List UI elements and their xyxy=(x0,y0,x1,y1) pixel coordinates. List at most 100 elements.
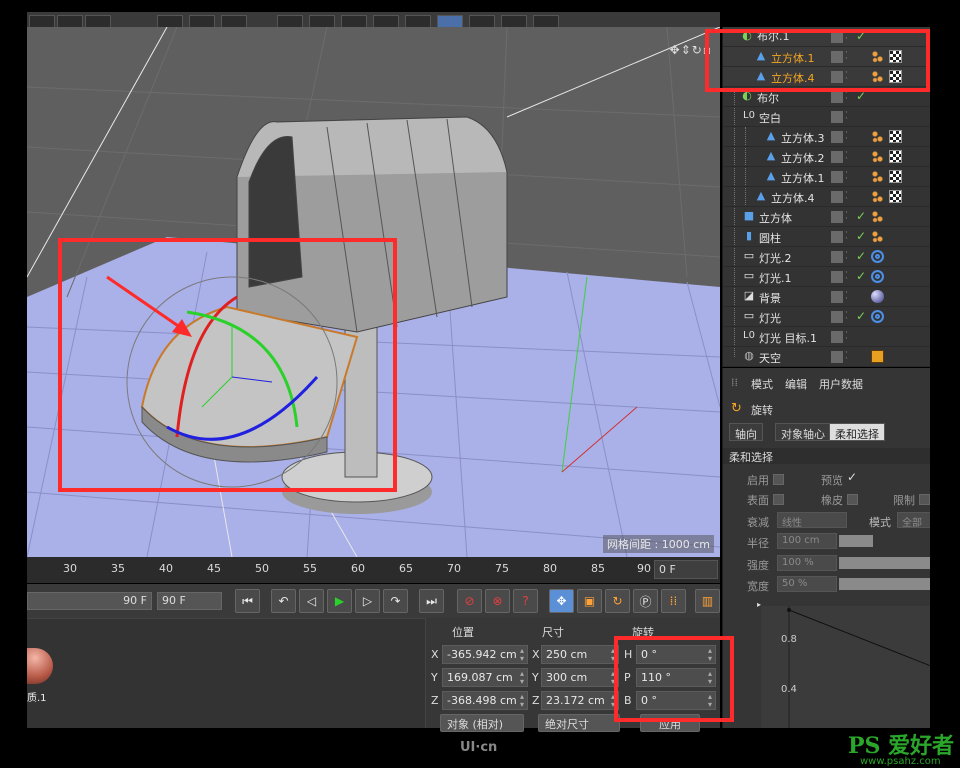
auto-key-button[interactable]: ⊗ xyxy=(485,589,510,613)
phong-tag-icon[interactable] xyxy=(871,170,884,183)
target-tag-icon[interactable] xyxy=(871,310,884,323)
current-frame-field[interactable]: 0 F xyxy=(654,560,718,579)
object-row[interactable]: ▲ 立方体.3 · · xyxy=(723,127,930,147)
target-tag-icon[interactable] xyxy=(871,270,884,283)
menu-edit[interactable]: 编辑 xyxy=(785,376,807,392)
coordinate-mode-dropdown[interactable]: 对象 (相对) xyxy=(440,714,524,732)
material-tag-icon[interactable] xyxy=(889,150,902,163)
go-to-end-button[interactable]: ⏭ xyxy=(419,589,444,613)
material-tag-icon[interactable] xyxy=(889,170,902,183)
layer-flag[interactable] xyxy=(831,211,843,223)
phong-tag-icon[interactable] xyxy=(871,230,884,243)
enable-checkmark[interactable]: ✓ xyxy=(856,269,866,283)
object-row[interactable]: ▭ 灯光.2 · · ✓ xyxy=(723,247,930,267)
visibility-dots[interactable]: · · xyxy=(845,109,848,124)
phong-tag-icon[interactable] xyxy=(871,130,884,143)
rotate-view-icon[interactable]: ↻ xyxy=(692,43,703,57)
end-frame-field[interactable]: 90 F xyxy=(157,592,222,610)
rotate-key-button[interactable]: ↻ xyxy=(605,589,630,613)
falloff-dropdown[interactable]: 线性 xyxy=(777,512,847,529)
timeline-ruler[interactable]: 30 35 40 45 50 55 60 65 70 75 80 85 90 0… xyxy=(27,557,720,583)
menu-user-data[interactable]: 用户数据 xyxy=(819,376,863,392)
enable-checkmark[interactable]: ✓ xyxy=(856,209,866,223)
width-slider[interactable] xyxy=(839,578,930,590)
enable-checkmark[interactable]: ✓ xyxy=(856,249,866,263)
limit-checkbox[interactable] xyxy=(919,494,930,505)
layer-flag[interactable] xyxy=(831,111,843,123)
scale-key-button[interactable]: ▣ xyxy=(577,589,602,613)
enable-checkmark[interactable]: ✓ xyxy=(856,309,866,323)
object-row[interactable]: ◍ 天空 · · xyxy=(723,347,930,367)
position-y-field[interactable]: 169.087 cm ▴ ▾ xyxy=(442,668,528,687)
preview-checkmark[interactable]: ✓ xyxy=(847,470,857,484)
phong-tag-icon[interactable] xyxy=(871,190,884,203)
strength-slider[interactable] xyxy=(839,557,930,569)
layer-flag[interactable] xyxy=(831,131,843,143)
enable-checkbox[interactable] xyxy=(773,474,784,485)
surface-checkbox[interactable] xyxy=(773,494,784,505)
layer-flag[interactable] xyxy=(831,311,843,323)
phong-tag-icon[interactable] xyxy=(871,150,884,163)
move-view-icon[interactable]: ✥ xyxy=(670,43,681,57)
phong-tag-icon[interactable] xyxy=(871,210,884,223)
rubber-checkbox[interactable] xyxy=(847,494,858,505)
move-key-button[interactable]: ✥ xyxy=(549,589,574,613)
position-x-field[interactable]: -365.942 cm ▴ ▾ xyxy=(442,645,528,664)
visibility-dots[interactable]: · · xyxy=(845,349,848,364)
next-frame-button[interactable]: ▷ xyxy=(355,589,380,613)
keyframe-help-button[interactable]: ? xyxy=(513,589,538,613)
clapboard-tag-icon[interactable] xyxy=(871,350,884,363)
strength-field[interactable]: 100 % xyxy=(777,555,837,571)
visibility-dots[interactable]: · · xyxy=(845,329,848,344)
enable-checkmark[interactable]: ✓ xyxy=(856,229,866,243)
visibility-dots[interactable]: · · xyxy=(845,289,848,304)
visibility-dots[interactable]: · · xyxy=(845,249,848,264)
material-thumbnail[interactable] xyxy=(27,648,53,684)
tab-object-axis[interactable]: 对象轴心 xyxy=(775,423,831,441)
tab-axis[interactable]: 轴向 xyxy=(729,423,763,441)
zoom-view-icon[interactable]: ⇕ xyxy=(681,43,692,57)
object-row[interactable]: ▲ 立方体.4 · · xyxy=(723,187,930,207)
layer-flag[interactable] xyxy=(831,251,843,263)
visibility-dots[interactable]: · · xyxy=(845,129,848,144)
record-button[interactable]: ⊘ xyxy=(457,589,482,613)
position-z-field[interactable]: -368.498 cm ▴ ▾ xyxy=(442,691,528,710)
object-row[interactable]: ◪ 背景 · · xyxy=(723,287,930,307)
object-row[interactable]: L0 灯光 目标.1 · · xyxy=(723,327,930,347)
layer-flag[interactable] xyxy=(831,91,843,103)
object-row[interactable]: L0 空白 · · xyxy=(723,107,930,127)
material-sphere-tag-icon[interactable] xyxy=(871,290,884,303)
layer-flag[interactable] xyxy=(831,171,843,183)
visibility-dots[interactable]: · · xyxy=(845,169,848,184)
falloff-curve-graph[interactable]: 0.8 0.4 xyxy=(761,606,930,728)
size-z-field[interactable]: 23.172 cm ▴ ▾ xyxy=(541,691,619,710)
visibility-dots[interactable]: · · xyxy=(845,209,848,224)
menu-mode[interactable]: 模式 xyxy=(751,376,773,392)
tab-soft-selection[interactable]: 柔和选择 xyxy=(829,423,885,441)
size-mode-dropdown[interactable]: 绝对尺寸 xyxy=(538,714,620,732)
object-row[interactable]: ▲ 立方体.1 · · xyxy=(723,167,930,187)
film-strip-button[interactable]: ▥ xyxy=(695,589,720,613)
width-field[interactable]: 50 % xyxy=(777,576,837,592)
target-tag-icon[interactable] xyxy=(871,250,884,263)
prev-key-button[interactable]: ↶ xyxy=(271,589,296,613)
radius-slider[interactable] xyxy=(839,535,873,547)
param-key-button[interactable]: Ⓟ xyxy=(633,589,658,613)
layer-flag[interactable] xyxy=(831,191,843,203)
frame-range-slider[interactable]: 90 F xyxy=(27,592,152,610)
size-x-field[interactable]: 250 cm ▴ ▾ xyxy=(541,645,619,664)
point-level-button[interactable]: ⁞⁞ xyxy=(661,589,686,613)
visibility-dots[interactable]: · · xyxy=(845,269,848,284)
mode-dropdown[interactable]: 全部 xyxy=(897,512,930,529)
layer-flag[interactable] xyxy=(831,151,843,163)
layer-flag[interactable] xyxy=(831,291,843,303)
object-row[interactable]: ▭ 灯光.1 · · ✓ xyxy=(723,267,930,287)
material-tag-icon[interactable] xyxy=(889,190,902,203)
object-row[interactable]: ■ 立方体 · · ✓ xyxy=(723,207,930,227)
go-to-start-button[interactable]: ⏮ xyxy=(235,589,260,613)
play-button[interactable]: ▶ xyxy=(327,589,352,613)
material-tag-icon[interactable] xyxy=(889,130,902,143)
visibility-dots[interactable]: · · xyxy=(845,309,848,324)
next-key-button[interactable]: ↷ xyxy=(383,589,408,613)
layer-flag[interactable] xyxy=(831,351,843,363)
